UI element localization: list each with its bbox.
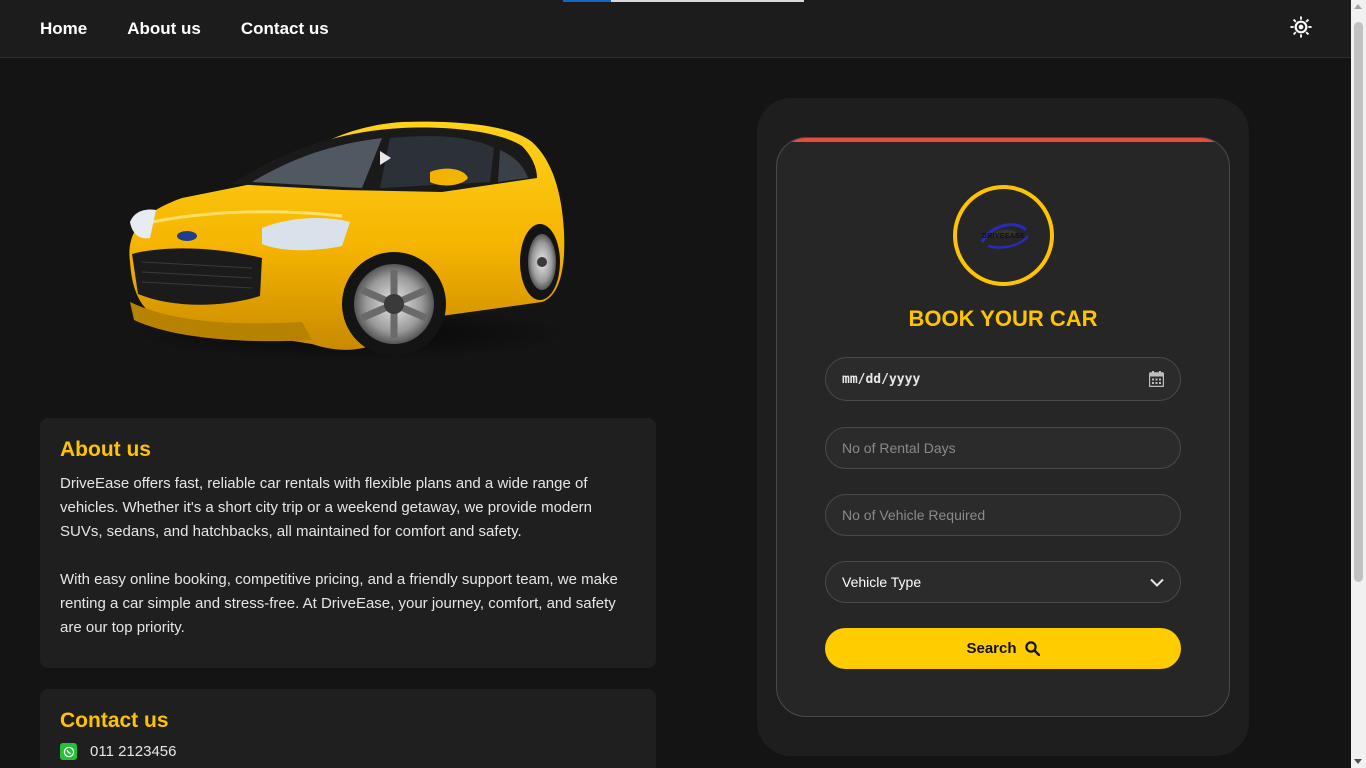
contact-phone-number: 011 2123456 — [90, 743, 177, 760]
about-title: About us — [60, 438, 151, 461]
about-paragraph-2: With easy online booking, competitive pr… — [60, 571, 618, 636]
about-paragraph-1: DriveEase offers fast, reliable car rent… — [60, 475, 592, 540]
contact-card: Contact us 011 2123456 — [40, 689, 656, 768]
scrollbar-thumb[interactable] — [1354, 22, 1363, 582]
hero-car-image — [112, 112, 572, 367]
theme-toggle-button[interactable] — [1288, 14, 1314, 40]
whatsapp-icon — [60, 743, 77, 760]
calendar-icon[interactable] — [1149, 371, 1164, 387]
top-navbar: Home About us Contact us — [0, 0, 1351, 58]
brand-logo: DRIVEEASE — [953, 185, 1054, 286]
nav-about-link[interactable]: About us — [127, 19, 201, 39]
page-load-progress-fill — [563, 0, 612, 2]
vehicle-count-input[interactable] — [842, 507, 1164, 523]
play-icon — [380, 151, 391, 165]
booking-card-accent-bar — [777, 138, 1229, 142]
rental-days-input[interactable] — [842, 440, 1164, 456]
pickup-date-input[interactable]: mm/dd/yyyy — [825, 357, 1181, 401]
video-play-button[interactable] — [373, 146, 397, 170]
scroll-up-arrow-icon[interactable] — [1354, 4, 1362, 9]
nav-home-link[interactable]: Home — [40, 19, 87, 39]
contact-title: Contact us — [60, 709, 169, 732]
page-load-progress — [563, 0, 804, 2]
vehicle-count-field[interactable] — [825, 494, 1181, 536]
nav-contact-link[interactable]: Contact us — [241, 19, 329, 39]
search-icon — [1024, 641, 1040, 656]
page-scrollbar[interactable] — [1351, 0, 1366, 768]
search-button-label: Search — [966, 640, 1017, 657]
rental-days-field[interactable] — [825, 427, 1181, 469]
pickup-date-value: mm/dd/yyyy — [842, 371, 921, 387]
booking-title: BOOK YOUR CAR — [908, 306, 1098, 331]
vehicle-type-select[interactable]: Vehicle Type — [825, 561, 1181, 603]
brand-logo-text: DRIVEEASE — [981, 233, 1026, 240]
contact-phone-row: 011 2123456 — [60, 743, 636, 760]
chevron-down-icon — [1150, 578, 1164, 587]
booking-form: DRIVEEASE BOOK YOUR CAR mm/dd/yyyy Vehic… — [776, 137, 1230, 717]
main-nav: Home About us Contact us — [40, 0, 329, 57]
search-button[interactable]: Search — [825, 628, 1181, 669]
vehicle-type-selected: Vehicle Type — [842, 574, 922, 590]
about-card: About us DriveEase offers fast, reliable… — [40, 418, 656, 668]
scroll-down-arrow-icon[interactable] — [1354, 759, 1362, 764]
sun-icon — [1290, 16, 1312, 38]
